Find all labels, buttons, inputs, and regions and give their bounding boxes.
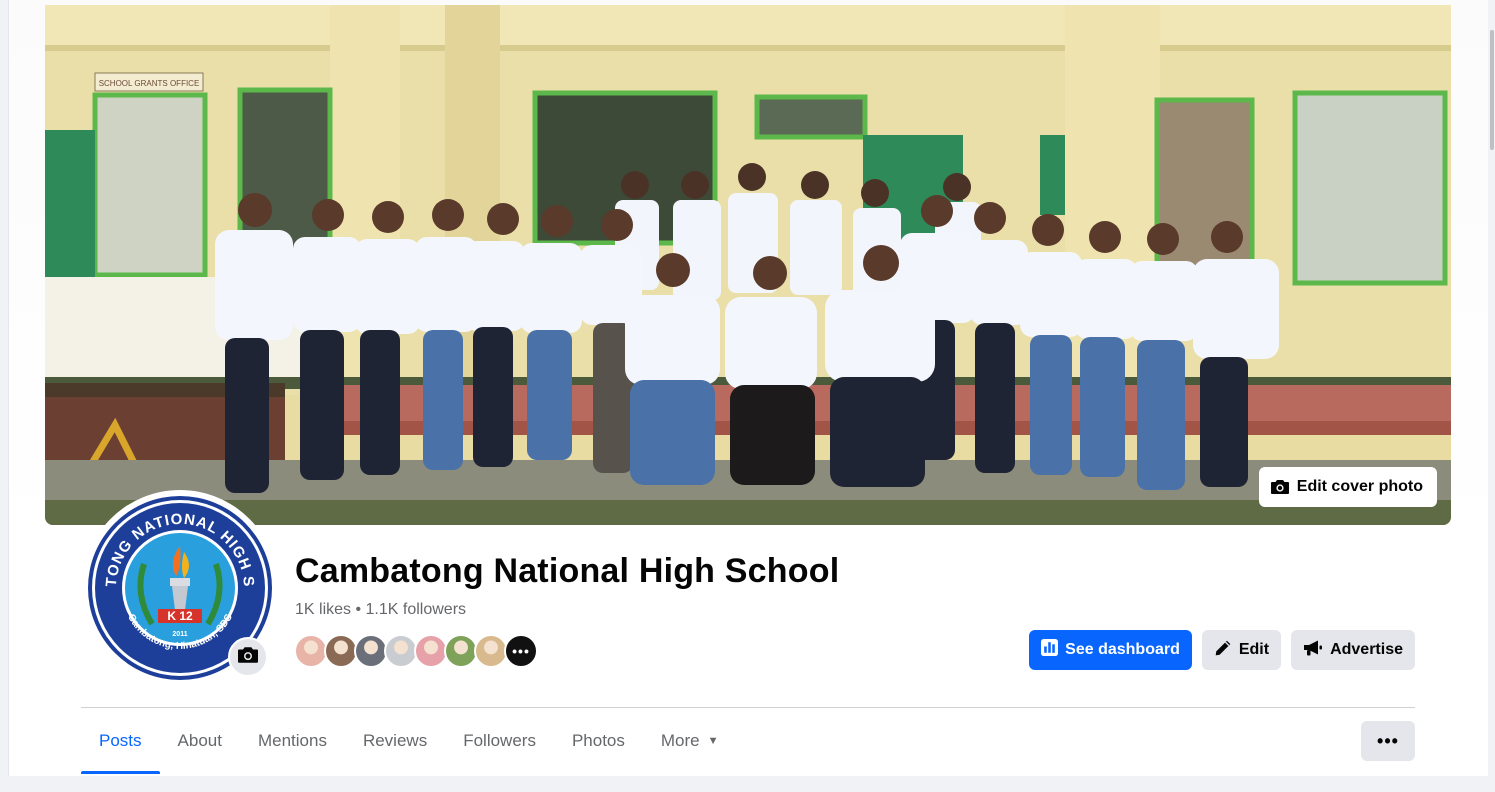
- follower-avatar-4[interactable]: [384, 634, 418, 668]
- advertise-button[interactable]: Advertise: [1291, 630, 1415, 670]
- tab-label: Mentions: [257, 731, 327, 750]
- more-options-icon: •••: [1377, 730, 1399, 751]
- tab-label: About: [177, 731, 222, 750]
- tab-followers[interactable]: Followers: [445, 708, 554, 774]
- page-actions: See dashboard Edit Advertise: [1029, 630, 1415, 670]
- dashboard-icon: [1041, 639, 1059, 661]
- see-dashboard-label: See dashboard: [1065, 641, 1180, 658]
- tab-reviews[interactable]: Reviews: [345, 708, 445, 774]
- stats-separator: •: [351, 601, 366, 618]
- tab-label: Reviews: [362, 731, 428, 750]
- edit-page-label: Edit: [1238, 641, 1270, 658]
- edit-cover-photo-label: Edit cover photo: [1296, 478, 1423, 495]
- caret-down-icon: ▼: [707, 735, 719, 747]
- camera-icon: [238, 646, 258, 669]
- followers-count[interactable]: 1.1K followers: [366, 601, 467, 618]
- megaphone-icon: [1303, 639, 1323, 662]
- update-profile-picture-button[interactable]: [228, 637, 268, 677]
- edit-page-button[interactable]: Edit: [1201, 630, 1282, 670]
- pencil-icon: [1214, 639, 1232, 662]
- scrollbar[interactable]: [1488, 0, 1495, 792]
- scrollbar-thumb[interactable]: [1490, 30, 1494, 150]
- camera-icon: [1270, 479, 1289, 495]
- cover-photo[interactable]: SCHOOL GRANTS OFFICE Edit cover photo: [45, 5, 1451, 525]
- tab-posts[interactable]: Posts: [81, 708, 160, 774]
- page-title: Cambatong National High School: [295, 552, 840, 590]
- tab-more[interactable]: More ▼: [643, 708, 737, 774]
- follower-avatars: •••: [294, 634, 538, 668]
- page-stats: 1K likes • 1.1K followers: [295, 601, 466, 619]
- tab-mentions[interactable]: Mentions: [240, 708, 345, 774]
- logo-badge: K 12: [167, 609, 193, 623]
- cover-photo-image: SCHOOL GRANTS OFFICE: [45, 5, 1451, 525]
- more-options-button[interactable]: •••: [1361, 721, 1415, 761]
- tab-label: Followers: [463, 731, 536, 750]
- page-tabs: Posts About Mentions Reviews Followers Photos…: [81, 708, 737, 774]
- follower-avatar-5[interactable]: [414, 634, 448, 668]
- tab-label: Posts: [99, 731, 142, 750]
- edit-cover-photo-button[interactable]: Edit cover photo: [1258, 467, 1437, 507]
- follower-avatar-1[interactable]: [294, 634, 328, 668]
- tab-label: Photos: [571, 731, 625, 750]
- follower-avatar-7[interactable]: [474, 634, 508, 668]
- advertise-label: Advertise: [1330, 641, 1403, 658]
- logo-year: 2011: [172, 631, 187, 638]
- follower-avatar-6[interactable]: [444, 634, 478, 668]
- cover-sign-text: SCHOOL GRANTS OFFICE: [99, 79, 200, 88]
- see-dashboard-button[interactable]: See dashboard: [1029, 630, 1192, 670]
- tab-about[interactable]: About: [160, 708, 240, 774]
- likes-count[interactable]: 1K likes: [295, 601, 351, 618]
- more-followers-button[interactable]: •••: [504, 634, 538, 668]
- follower-avatar-2[interactable]: [324, 634, 358, 668]
- follower-avatar-3[interactable]: [354, 634, 388, 668]
- tab-label: More: [660, 731, 700, 750]
- tab-photos[interactable]: Photos: [554, 708, 643, 774]
